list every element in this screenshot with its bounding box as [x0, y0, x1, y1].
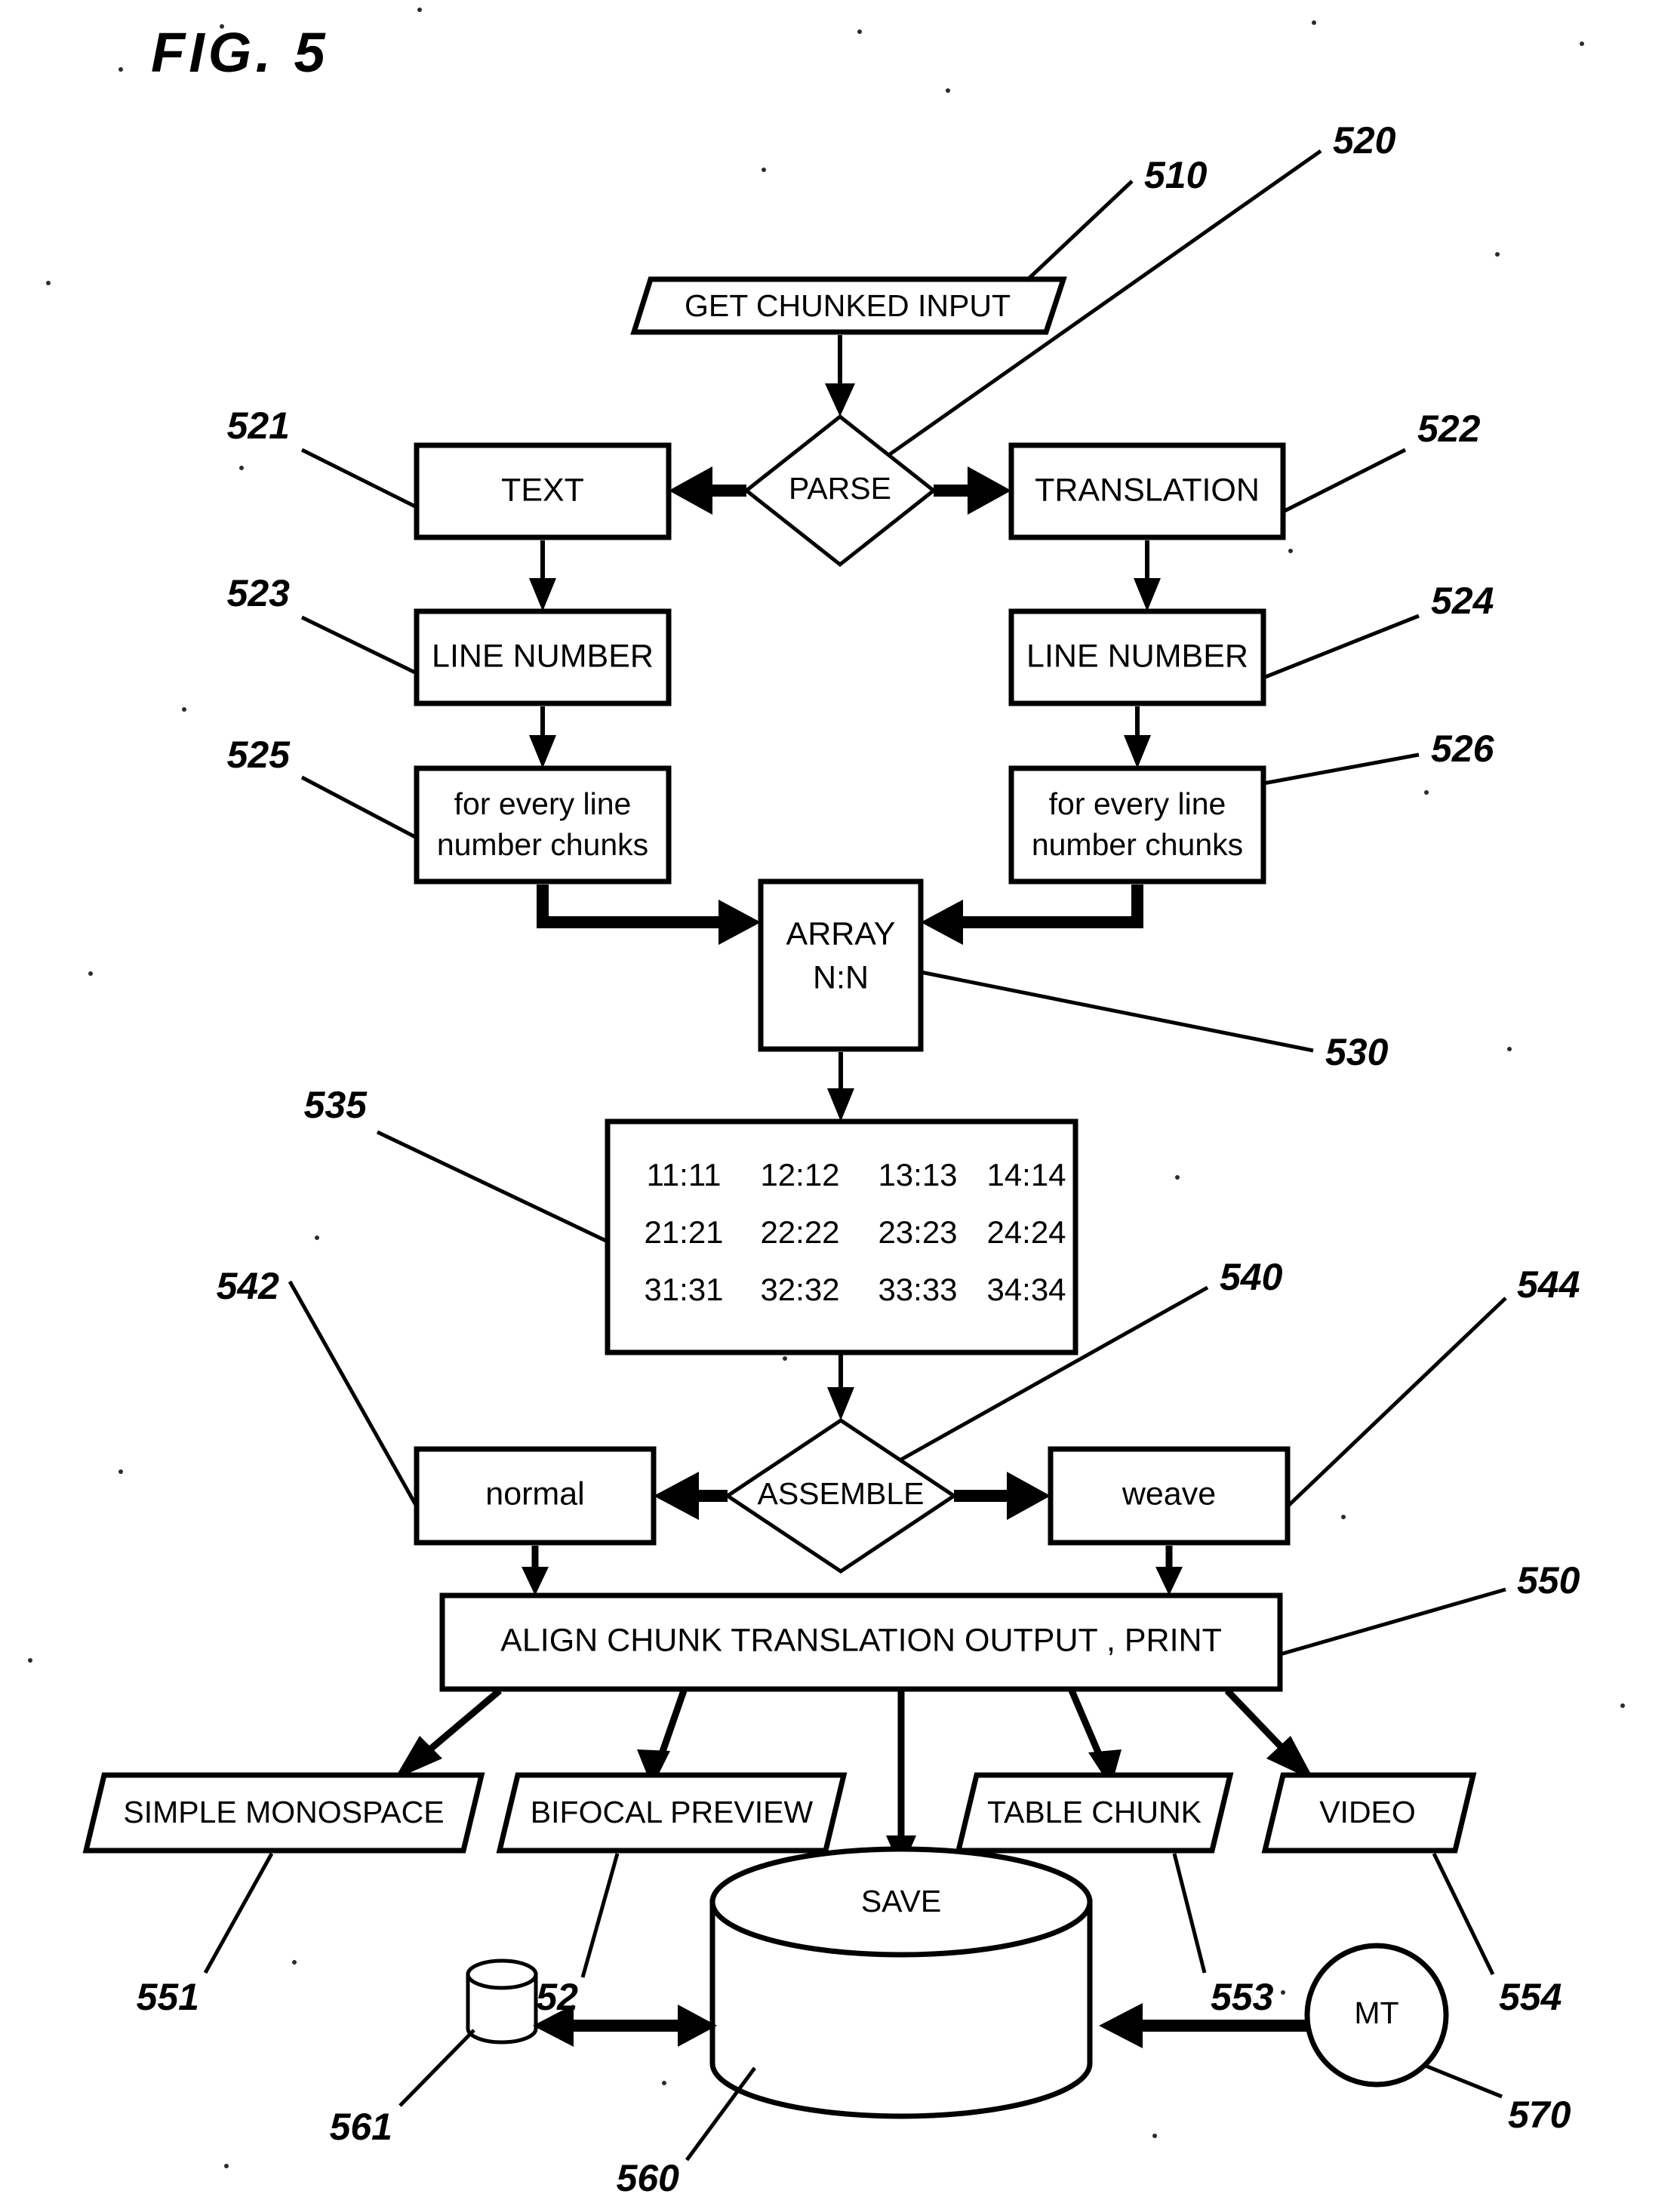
ref-number-530: 530: [1325, 1031, 1389, 1073]
arrowhead-translation-to-linenumber: [1134, 578, 1161, 611]
leader-535: [376, 1130, 609, 1244]
arrowhead-chunks-right-to-array: [921, 900, 963, 945]
arrowhead-text-to-linenumber: [529, 578, 556, 611]
matrix-cell: 33:33: [878, 1272, 957, 1307]
leader-521: [300, 448, 418, 509]
arrowhead-normal-to-align: [522, 1567, 549, 1595]
figure-title: FIG. 5: [151, 21, 329, 84]
node-chunks-left-line1: for every line: [454, 786, 632, 821]
patent-figure-5: FIG. 5 GET CHUNKED INPUT 510 PARSE 520 T…: [0, 0, 1680, 2200]
node-array-line2: N:N: [813, 959, 869, 995]
node-chunks-right-line2: number chunks: [1032, 827, 1243, 862]
arrowhead-ln-to-chunks-right: [1124, 735, 1151, 768]
leader-570: [1423, 2063, 1503, 2099]
matrix-cell: 21:21: [644, 1214, 723, 1250]
node-line-number-left-label: LINE NUMBER: [432, 638, 654, 674]
node-simple-monospace-label: SIMPLE MONOSPACE: [123, 1795, 444, 1829]
ref-number-520: 520: [1333, 119, 1396, 162]
node-chunks-right-line1: for every line: [1049, 786, 1226, 821]
node-parse-label: PARSE: [789, 471, 891, 506]
matrix-cell: 31:31: [644, 1272, 723, 1307]
ref-number-550: 550: [1517, 1559, 1580, 1602]
ref-number-540: 540: [1220, 1256, 1283, 1298]
leader-525: [300, 775, 418, 840]
matrix-cell: 11:11: [647, 1157, 722, 1192]
conn-chunks-right-to-array: [954, 885, 1143, 928]
arrowhead-assemble-to-weave: [1007, 1472, 1051, 1520]
ref-number-524: 524: [1431, 580, 1494, 622]
leader-530: [920, 970, 1314, 1053]
ref-number-522: 522: [1417, 408, 1481, 450]
ref-number-521: 521: [227, 405, 290, 447]
leader-524: [1263, 614, 1420, 680]
leader-552: [580, 1853, 620, 1978]
ref-number-570: 570: [1508, 2094, 1571, 2136]
leader-526: [1263, 752, 1420, 786]
leader-561: [398, 2029, 475, 2107]
node-chunks-right: [1008, 765, 1266, 885]
matrix-cell: 34:34: [986, 1272, 1066, 1307]
arrowhead-parse-to-translation: [968, 466, 1011, 515]
leader-544: [1286, 1297, 1507, 1508]
node-table-chunk-label: TABLE CHUNK: [987, 1795, 1202, 1829]
node-video-label: VIDEO: [1319, 1795, 1416, 1829]
matrix-cell: 32:32: [760, 1272, 839, 1307]
node-local-store-top: [466, 1958, 538, 1990]
arrowhead-assemble-to-normal: [654, 1472, 699, 1520]
matrix-cell: 23:23: [878, 1214, 957, 1250]
node-bifocal-preview-label: BIFOCAL PREVIEW: [531, 1795, 814, 1829]
node-get-chunked-input-label: GET CHUNKED INPUT: [685, 288, 1011, 323]
leader-551: [203, 1852, 274, 1974]
matrix-cell: 12:12: [760, 1157, 839, 1192]
matrix-cell: 13:13: [878, 1157, 957, 1192]
node-mt-label: MT: [1354, 1995, 1398, 2030]
ref-number-542: 542: [217, 1265, 280, 1307]
leader-510: [1025, 180, 1134, 282]
arrowhead-mt-to-save: [1099, 2003, 1143, 2048]
node-align-label: ALIGN CHUNK TRANSLATION OUTPUT , PRINT: [500, 1622, 1222, 1658]
ref-number-560: 560: [617, 2157, 680, 2199]
leader-553: [1172, 1853, 1207, 1974]
leader-554: [1432, 1852, 1495, 1976]
node-save-label: SAVE: [861, 1884, 941, 1918]
node-weave-label: weave: [1122, 1475, 1216, 1512]
node-chunks-left-line2: number chunks: [437, 827, 648, 862]
matrix-cell: 24:24: [986, 1214, 1066, 1250]
ref-number-544: 544: [1517, 1263, 1580, 1306]
node-text-label: TEXT: [501, 472, 584, 508]
matrix-cell: 22:22: [760, 1214, 839, 1250]
figure-canvas: FIG. 5 GET CHUNKED INPUT 510 PARSE 520 T…: [28, 8, 1625, 2199]
ref-number-510: 510: [1144, 154, 1208, 196]
node-normal-label: normal: [485, 1475, 584, 1512]
arrowhead-ln-to-chunks-left: [529, 735, 556, 768]
ref-number-554: 554: [1499, 1976, 1562, 2018]
ref-number-525: 525: [227, 734, 291, 776]
arrowhead-matrix-to-assemble: [827, 1387, 854, 1420]
conn-chunks-left-to-array: [537, 885, 728, 928]
leader-542: [288, 1280, 419, 1508]
leader-522: [1282, 448, 1407, 514]
ref-number-526: 526: [1431, 728, 1495, 770]
node-line-number-right-label: LINE NUMBER: [1026, 638, 1248, 674]
node-chunks-left: [414, 765, 672, 885]
node-array-line1: ARRAY: [786, 915, 896, 952]
arrowhead-input-to-parse: [825, 383, 855, 417]
ref-number-535: 535: [304, 1084, 368, 1126]
node-assemble-label: ASSEMBLE: [757, 1476, 924, 1511]
leader-550: [1279, 1587, 1506, 1657]
ref-number-551: 551: [137, 1976, 199, 2018]
ref-number-553: 553: [1211, 1976, 1274, 2018]
node-translation-label: TRANSLATION: [1035, 472, 1260, 508]
leader-523: [300, 615, 418, 675]
matrix-cell: 14:14: [986, 1157, 1066, 1192]
arrowhead-weave-to-align: [1155, 1567, 1183, 1595]
arrowhead-array-to-matrix: [827, 1088, 854, 1122]
arrowhead-parse-to-text: [669, 466, 712, 515]
ref-number-561: 561: [330, 2106, 392, 2148]
arrowhead-chunks-left-to-array: [718, 900, 761, 945]
ref-number-523: 523: [227, 572, 291, 614]
